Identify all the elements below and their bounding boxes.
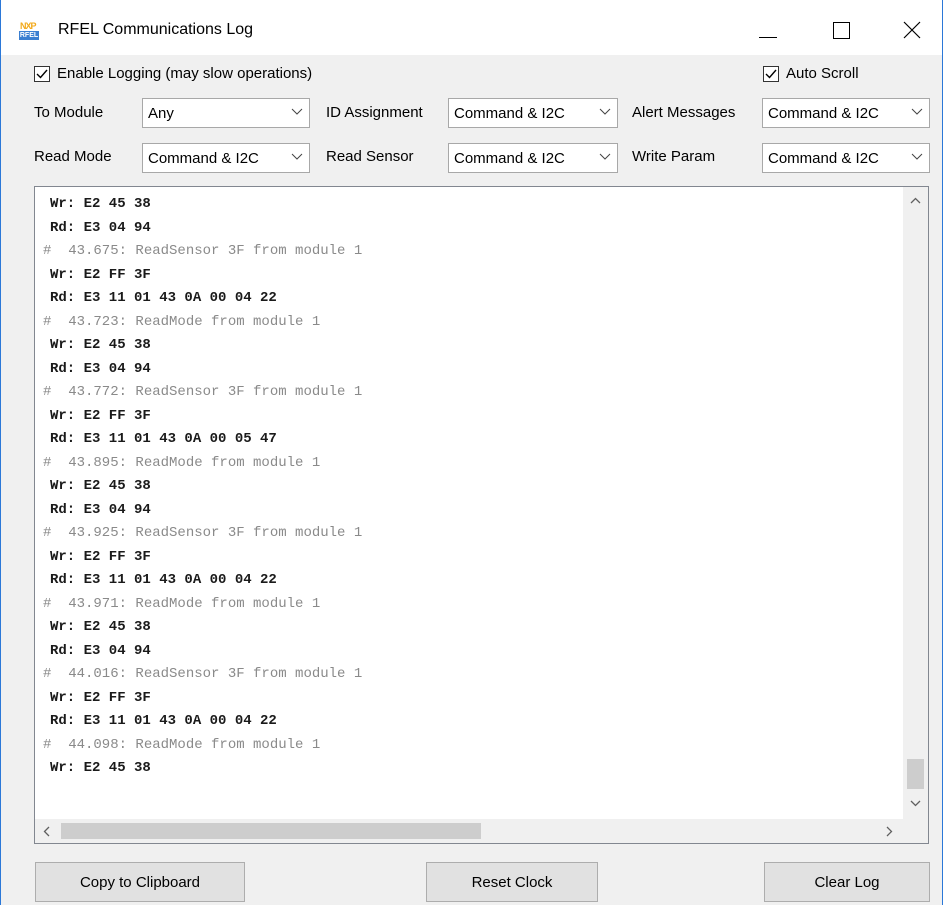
- chevron-down-icon: [599, 108, 611, 115]
- app-icon-bottom: RFEL: [19, 31, 39, 40]
- enable-logging-label: Enable Logging (may slow operations): [57, 65, 313, 82]
- log-textbox[interactable]: Wr: E2 45 38 Rd: E3 04 94 # 43.675: ReadSe…: [34, 186, 929, 844]
- auto-scroll-label: Auto Scroll: [786, 65, 859, 82]
- copy-to-clipboard-button[interactable]: Copy to Clipboard: [35, 862, 245, 902]
- horizontal-scroll-thumb[interactable]: [61, 823, 481, 839]
- write-param-label: Write Param: [632, 148, 716, 165]
- log-comment-line: # 43.723: ReadMode from module 1: [43, 313, 321, 330]
- chevron-down-icon: [599, 153, 611, 160]
- read-sensor-value: Command & I2C: [454, 150, 565, 167]
- chevron-down-icon: [911, 108, 923, 115]
- app-icon: NXP RFEL: [17, 21, 43, 41]
- log-data-line: Wr: E2 FF 3F: [50, 407, 151, 424]
- read-mode-label: Read Mode: [34, 148, 112, 165]
- log-comment-line: # 44.098: ReadMode from module 1: [43, 736, 321, 753]
- maximize-button[interactable]: [819, 0, 865, 55]
- log-data-line: Wr: E2 FF 3F: [50, 266, 151, 283]
- scrollbar-corner: [903, 819, 928, 843]
- enable-logging-box[interactable]: [34, 65, 50, 82]
- log-data-line: Rd: E3 11 01 43 0A 00 04 22: [50, 713, 277, 729]
- window-title: RFEL Communications Log: [58, 21, 254, 38]
- scroll-up-icon[interactable]: [910, 197, 921, 204]
- alert-messages-select[interactable]: Command & I2C: [762, 98, 930, 128]
- auto-scroll-box[interactable]: [763, 65, 779, 82]
- communications-log-window: NXP RFEL RFEL Communications Log Enable …: [0, 0, 943, 905]
- reset-clock-button[interactable]: Reset Clock: [426, 862, 598, 902]
- close-button[interactable]: [891, 0, 937, 55]
- checkmark-icon: [765, 69, 777, 79]
- log-comment-line: # 43.772: ReadSensor 3F from module 1: [43, 384, 363, 400]
- to-module-label: To Module: [34, 104, 104, 121]
- log-comment-line: # 43.895: ReadMode from module 1: [43, 454, 321, 471]
- log-data-line: Rd: E3 04 94: [50, 501, 151, 518]
- id-assignment-select[interactable]: Command & I2C: [448, 98, 618, 128]
- write-param-select[interactable]: Command & I2C: [762, 143, 930, 173]
- log-data-line: Rd: E3 11 01 43 0A 00 05 47: [50, 431, 277, 447]
- close-icon: [903, 21, 921, 39]
- log-data-line: Wr: E2 45 38: [50, 760, 151, 776]
- vertical-scroll-thumb[interactable]: [907, 759, 924, 789]
- title-bar[interactable]: NXP RFEL RFEL Communications Log: [1, 0, 942, 55]
- log-data-line: Wr: E2 45 38: [50, 337, 151, 353]
- scroll-right-icon[interactable]: [886, 826, 893, 837]
- log-data-line: Wr: E2 FF 3F: [50, 548, 151, 565]
- alert-messages-label: Alert Messages: [632, 104, 736, 121]
- log-data-line: Rd: E3 04 94: [50, 642, 151, 659]
- log-comment-line: # 44.016: ReadSensor 3F from module 1: [43, 666, 363, 682]
- auto-scroll-checkbox[interactable]: Auto Scroll: [763, 65, 859, 82]
- checkmark-icon: [36, 69, 48, 79]
- log-data-line: Wr: E2 45 38: [50, 478, 151, 494]
- vertical-scrollbar[interactable]: [903, 187, 928, 819]
- write-param-value: Command & I2C: [768, 150, 879, 167]
- id-assignment-value: Command & I2C: [454, 105, 565, 122]
- scroll-down-icon[interactable]: [910, 800, 921, 807]
- read-sensor-label: Read Sensor: [326, 148, 414, 165]
- log-data-line: Rd: E3 11 01 43 0A 00 04 22: [50, 290, 277, 306]
- chevron-down-icon: [291, 108, 303, 115]
- log-data-line: Wr: E2 45 38: [50, 196, 151, 212]
- horizontal-scrollbar[interactable]: [35, 819, 903, 843]
- chevron-down-icon: [291, 153, 303, 160]
- log-data-line: Rd: E3 04 94: [50, 360, 151, 377]
- minimize-button[interactable]: [747, 0, 793, 55]
- log-comment-line: # 43.971: ReadMode from module 1: [43, 595, 321, 612]
- log-data-line: Wr: E2 45 38: [50, 619, 151, 635]
- read-mode-value: Command & I2C: [148, 150, 259, 167]
- log-content[interactable]: Wr: E2 45 38 Rd: E3 04 94 # 43.675: ReadSe…: [35, 193, 895, 813]
- app-icon-top: NXP: [20, 21, 36, 31]
- to-module-select[interactable]: Any: [142, 98, 310, 128]
- enable-logging-checkbox[interactable]: Enable Logging (may slow operations): [34, 65, 312, 82]
- to-module-value: Any: [148, 105, 174, 122]
- read-sensor-select[interactable]: Command & I2C: [448, 143, 618, 173]
- log-data-line: Rd: E3 04 94: [50, 219, 151, 236]
- read-mode-select[interactable]: Command & I2C: [142, 143, 310, 173]
- log-comment-line: # 43.675: ReadSensor 3F from module 1: [43, 243, 363, 259]
- scroll-left-icon[interactable]: [43, 826, 50, 837]
- log-data-line: Wr: E2 FF 3F: [50, 689, 151, 706]
- log-comment-line: # 43.925: ReadSensor 3F from module 1: [43, 525, 363, 541]
- id-assignment-label: ID Assignment: [326, 104, 423, 121]
- chevron-down-icon: [911, 153, 923, 160]
- log-data-line: Rd: E3 11 01 43 0A 00 04 22: [50, 572, 277, 588]
- alert-messages-value: Command & I2C: [768, 105, 879, 122]
- clear-log-button[interactable]: Clear Log: [764, 862, 930, 902]
